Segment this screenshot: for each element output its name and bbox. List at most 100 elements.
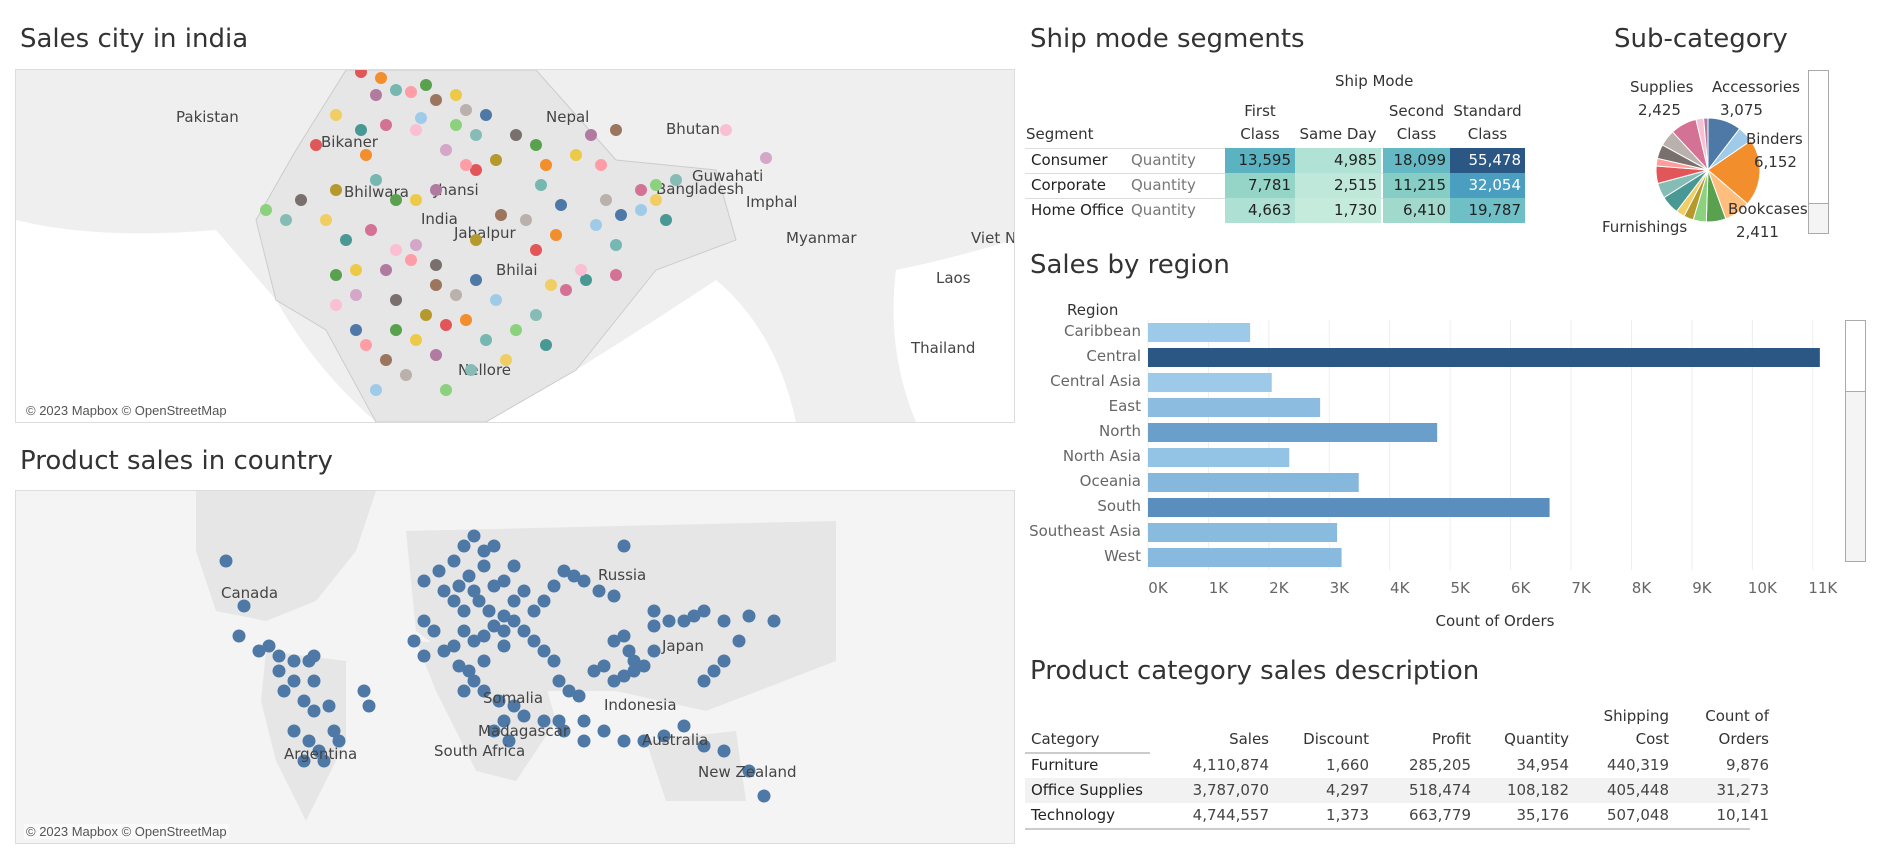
country-marker[interactable] — [717, 744, 731, 758]
city-marker[interactable] — [570, 149, 582, 161]
city-marker[interactable] — [400, 369, 412, 381]
city-marker[interactable] — [510, 324, 522, 336]
country-marker[interactable] — [287, 674, 301, 688]
country-marker[interactable] — [417, 614, 431, 628]
country-marker[interactable] — [717, 614, 731, 628]
country-marker[interactable] — [272, 649, 286, 663]
country-marker[interactable] — [697, 604, 711, 618]
region-bar[interactable] — [1148, 423, 1438, 442]
country-marker[interactable] — [477, 544, 491, 558]
country-marker[interactable] — [552, 674, 566, 688]
country-marker[interactable] — [407, 634, 421, 648]
country-marker[interactable] — [297, 694, 311, 708]
city-marker[interactable] — [650, 194, 662, 206]
country-marker[interactable] — [262, 639, 276, 653]
country-marker[interactable] — [757, 789, 771, 803]
country-marker[interactable] — [767, 614, 781, 628]
city-marker[interactable] — [470, 234, 482, 246]
city-marker[interactable] — [280, 214, 292, 226]
country-marker[interactable] — [517, 584, 531, 598]
city-marker[interactable] — [460, 314, 472, 326]
city-marker[interactable] — [555, 199, 567, 211]
country-marker[interactable] — [467, 529, 481, 543]
country-marker[interactable] — [517, 709, 531, 723]
ship-mode-cell[interactable]: 19,787 — [1450, 198, 1525, 223]
city-marker[interactable] — [595, 159, 607, 171]
country-marker[interactable] — [717, 654, 731, 668]
country-marker[interactable] — [327, 724, 341, 738]
india-map[interactable]: Pakistan Nepal Bhutan Bikaner Bhilwara Jhansi… — [15, 69, 1015, 423]
city-marker[interactable] — [330, 109, 342, 121]
city-marker[interactable] — [510, 129, 522, 141]
country-marker[interactable] — [577, 714, 591, 728]
country-marker[interactable] — [432, 564, 446, 578]
world-map-canvas[interactable]: Canada Russia Japan Somalia Indonesia Madagas… — [16, 491, 1014, 843]
city-marker[interactable] — [330, 184, 342, 196]
country-marker[interactable] — [457, 604, 471, 618]
city-marker[interactable] — [460, 104, 472, 116]
city-marker[interactable] — [500, 354, 512, 366]
city-marker[interactable] — [470, 274, 482, 286]
city-marker[interactable] — [420, 309, 432, 321]
city-marker[interactable] — [390, 244, 402, 256]
city-marker[interactable] — [670, 174, 682, 186]
sales-region-chart[interactable]: 0K 1K 2K 3K 4K 5K 6K 7K 8K 9K 10K 11K Region Count of… — [1025, 295, 1880, 635]
country-marker[interactable] — [517, 624, 531, 638]
ship-mode-cell[interactable]: 4,663 — [1225, 198, 1295, 223]
country-marker[interactable] — [457, 624, 471, 638]
country-marker[interactable] — [617, 629, 631, 643]
country-marker[interactable] — [477, 559, 491, 573]
city-marker[interactable] — [295, 194, 307, 206]
country-marker[interactable] — [592, 584, 606, 598]
region-bar[interactable] — [1148, 348, 1820, 367]
city-marker[interactable] — [370, 174, 382, 186]
city-marker[interactable] — [610, 239, 622, 251]
country-marker[interactable] — [362, 699, 376, 713]
country-marker[interactable] — [732, 634, 746, 648]
ship-mode-cell[interactable]: 18,099 — [1383, 148, 1450, 173]
city-marker[interactable] — [560, 284, 572, 296]
city-marker[interactable] — [380, 264, 392, 276]
country-marker[interactable] — [597, 659, 611, 673]
ship-mode-cell[interactable]: 13,595 — [1225, 148, 1295, 173]
city-marker[interactable] — [405, 254, 417, 266]
country-marker[interactable] — [272, 664, 286, 678]
country-marker[interactable] — [547, 579, 561, 593]
city-marker[interactable] — [470, 129, 482, 141]
city-marker[interactable] — [370, 89, 382, 101]
country-marker[interactable] — [507, 594, 521, 608]
city-marker[interactable] — [430, 279, 442, 291]
city-marker[interactable] — [430, 94, 442, 106]
country-marker[interactable] — [219, 554, 233, 568]
bar-scrollbar[interactable] — [1845, 320, 1866, 562]
country-marker[interactable] — [707, 664, 721, 678]
country-marker[interactable] — [452, 579, 466, 593]
city-marker[interactable] — [390, 194, 402, 206]
country-marker[interactable] — [527, 604, 541, 618]
city-marker[interactable] — [320, 214, 332, 226]
ship-mode-table[interactable]: Ship Mode Segment First Class Same Day Seco… — [1025, 70, 1525, 223]
ship-mode-cell[interactable]: 7,781 — [1225, 173, 1295, 198]
city-marker[interactable] — [330, 299, 342, 311]
city-marker[interactable] — [535, 179, 547, 191]
city-marker[interactable] — [480, 109, 492, 121]
city-marker[interactable] — [390, 324, 402, 336]
world-map[interactable]: Canada Russia Japan Somalia Indonesia Madagas… — [15, 490, 1015, 844]
city-marker[interactable] — [380, 354, 392, 366]
region-bar[interactable] — [1148, 373, 1272, 392]
country-marker[interactable] — [427, 624, 441, 638]
region-bar[interactable] — [1148, 323, 1251, 342]
country-marker[interactable] — [457, 539, 471, 553]
country-marker[interactable] — [572, 689, 586, 703]
city-marker[interactable] — [440, 384, 452, 396]
city-marker[interactable] — [350, 289, 362, 301]
country-marker[interactable] — [547, 654, 561, 668]
city-marker[interactable] — [610, 124, 622, 136]
city-marker[interactable] — [540, 339, 552, 351]
city-marker[interactable] — [390, 294, 402, 306]
country-marker[interactable] — [307, 649, 321, 663]
country-marker[interactable] — [617, 539, 631, 553]
city-marker[interactable] — [575, 264, 587, 276]
city-marker[interactable] — [350, 324, 362, 336]
india-map-canvas[interactable]: Pakistan NepalBhutanBikanerBhilwara Jhansi… — [16, 70, 1014, 422]
